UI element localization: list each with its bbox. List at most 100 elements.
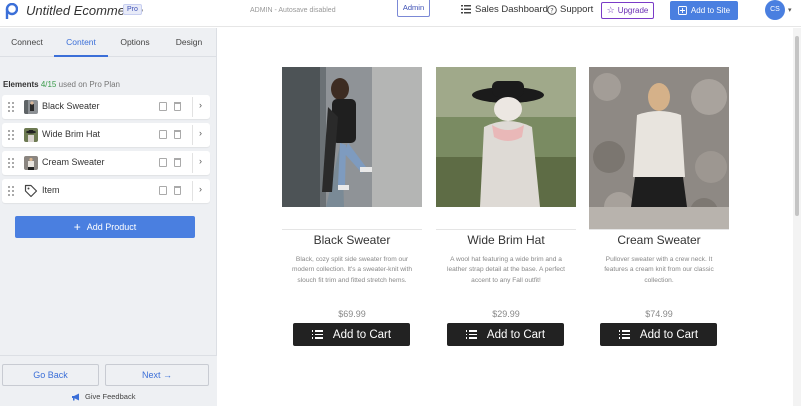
element-row-cream-sweater[interactable]: Cream Sweater › xyxy=(2,151,210,175)
star-icon: ☆ xyxy=(606,5,615,15)
admin-button[interactable]: Admin xyxy=(397,0,430,17)
card-divider xyxy=(589,229,729,230)
go-back-button[interactable]: Go Back xyxy=(2,364,99,386)
drag-handle-icon[interactable] xyxy=(8,102,14,112)
drag-handle-icon[interactable] xyxy=(8,130,14,140)
tab-content[interactable]: Content xyxy=(54,28,108,57)
element-label: Wide Brim Hat xyxy=(42,129,101,139)
chevron-right-icon[interactable]: › xyxy=(199,128,202,138)
element-row-item[interactable]: Item › xyxy=(2,179,210,203)
elements-header: Elements 4/15 used on Pro Plan xyxy=(3,80,120,89)
drag-handle-icon[interactable] xyxy=(8,158,14,168)
list-icon xyxy=(311,330,323,339)
give-feedback-label: Give Feedback xyxy=(85,392,136,401)
hat-thumb xyxy=(24,128,38,142)
add-to-cart-label: Add to Cart xyxy=(639,328,699,341)
upgrade-label: Upgrade xyxy=(617,6,649,15)
row-divider xyxy=(192,153,193,173)
card-divider xyxy=(282,229,422,230)
duplicate-icon[interactable] xyxy=(159,186,167,195)
trash-icon[interactable] xyxy=(174,102,181,111)
sales-dashboard-label: Sales Dashboard xyxy=(475,4,548,15)
wide-brim-hat-image xyxy=(436,67,576,207)
product-price: $74.99 xyxy=(645,309,673,319)
elements-plan-text: used on Pro Plan xyxy=(58,80,120,89)
autosave-status: ADMIN - Autosave disabled xyxy=(250,7,336,14)
tag-icon xyxy=(24,184,38,198)
next-button[interactable]: Next → xyxy=(105,364,209,386)
element-label: Black Sweater xyxy=(42,101,100,111)
chevron-right-icon[interactable]: › xyxy=(199,184,202,194)
chevron-down-icon[interactable]: ▾ xyxy=(788,6,792,14)
cream-sweater-thumb xyxy=(24,156,38,170)
sales-dashboard-link[interactable]: Sales Dashboard xyxy=(461,4,548,15)
plan-badge: Pro xyxy=(123,4,142,15)
scrollbar-thumb[interactable] xyxy=(795,36,799,216)
tab-design[interactable]: Design xyxy=(162,28,216,56)
add-to-cart-label: Add to Cart xyxy=(332,328,392,341)
row-divider xyxy=(192,97,193,117)
drag-handle-icon[interactable] xyxy=(8,186,14,196)
product-price: $29.99 xyxy=(492,309,520,319)
sidebar-footer: Go Back Next → Give Feedback xyxy=(0,355,217,406)
card-divider xyxy=(436,229,576,230)
top-bar: Untitled Ecommerce Pro ADMIN - Autosave … xyxy=(0,0,801,27)
support-link[interactable]: ? Support xyxy=(547,4,593,15)
list-icon xyxy=(465,330,477,339)
black-sweater-image xyxy=(282,67,422,207)
add-product-button[interactable]: + Add Product xyxy=(15,216,195,238)
sidebar: Connect Content Options Design Elements … xyxy=(0,28,217,406)
duplicate-icon[interactable] xyxy=(159,102,167,111)
product-card-black-sweater[interactable]: Black Sweater Black, cozy split side swe… xyxy=(282,67,422,357)
product-title: Black Sweater xyxy=(313,233,391,247)
duplicate-icon[interactable] xyxy=(159,130,167,139)
trash-icon[interactable] xyxy=(174,158,181,167)
add-to-cart-button[interactable]: Add to Cart xyxy=(600,323,717,346)
product-title: Cream Sweater xyxy=(617,233,701,247)
duplicate-icon[interactable] xyxy=(159,158,167,167)
add-to-site-label: Add to Site xyxy=(690,6,731,15)
add-box-icon xyxy=(677,6,687,15)
product-description: A wool hat featuring a wide brim and a l… xyxy=(446,256,566,284)
tab-connect[interactable]: Connect xyxy=(0,28,54,56)
chevron-right-icon[interactable]: › xyxy=(199,100,202,110)
arrow-right-icon: → xyxy=(163,370,173,380)
next-label: Next xyxy=(141,370,161,380)
user-avatar[interactable]: CS xyxy=(765,0,785,20)
add-to-cart-button[interactable]: Add to Cart xyxy=(293,323,410,346)
element-list: Black Sweater › Wide Brim Hat › Cream Sw… xyxy=(2,95,210,207)
list-icon xyxy=(461,5,471,14)
upgrade-button[interactable]: ☆ Upgrade xyxy=(601,2,654,19)
trash-icon[interactable] xyxy=(174,130,181,139)
product-title: Wide Brim Hat xyxy=(467,233,545,247)
element-row-wide-brim-hat[interactable]: Wide Brim Hat › xyxy=(2,123,210,147)
tab-options[interactable]: Options xyxy=(108,28,162,56)
product-price: $69.99 xyxy=(338,309,366,319)
product-card-wide-brim-hat[interactable]: Wide Brim Hat A wool hat featuring a wid… xyxy=(436,67,576,357)
support-label: Support xyxy=(560,4,594,15)
chevron-right-icon[interactable]: › xyxy=(199,156,202,166)
product-description: Pullover sweater with a crew neck. It fe… xyxy=(604,256,714,284)
element-label: Cream Sweater xyxy=(42,157,105,167)
element-row-black-sweater[interactable]: Black Sweater › xyxy=(2,95,210,119)
black-sweater-thumb xyxy=(24,100,38,114)
add-to-cart-label: Add to Cart xyxy=(486,328,546,341)
list-icon xyxy=(618,330,630,339)
add-to-cart-button[interactable]: Add to Cart xyxy=(447,323,564,346)
give-feedback-link[interactable]: Give Feedback xyxy=(71,392,135,401)
app-logo-icon[interactable] xyxy=(4,3,18,21)
megaphone-icon xyxy=(72,393,79,400)
add-to-site-button[interactable]: Add to Site xyxy=(670,1,738,20)
sidebar-tabs: Connect Content Options Design xyxy=(0,28,216,57)
row-divider xyxy=(192,125,193,145)
add-product-label: Add Product xyxy=(86,222,137,232)
row-divider xyxy=(192,181,193,201)
cream-sweater-image xyxy=(589,67,729,229)
trash-icon[interactable] xyxy=(174,186,181,195)
help-circle-icon: ? xyxy=(547,4,557,15)
elements-count: 4/15 xyxy=(40,80,57,89)
product-card-cream-sweater[interactable]: Cream Sweater Pullover sweater with a cr… xyxy=(589,67,729,357)
elements-label: Elements xyxy=(3,80,39,89)
svg-text:?: ? xyxy=(550,6,553,14)
product-description: Black, cozy split side sweater from our … xyxy=(292,256,412,284)
